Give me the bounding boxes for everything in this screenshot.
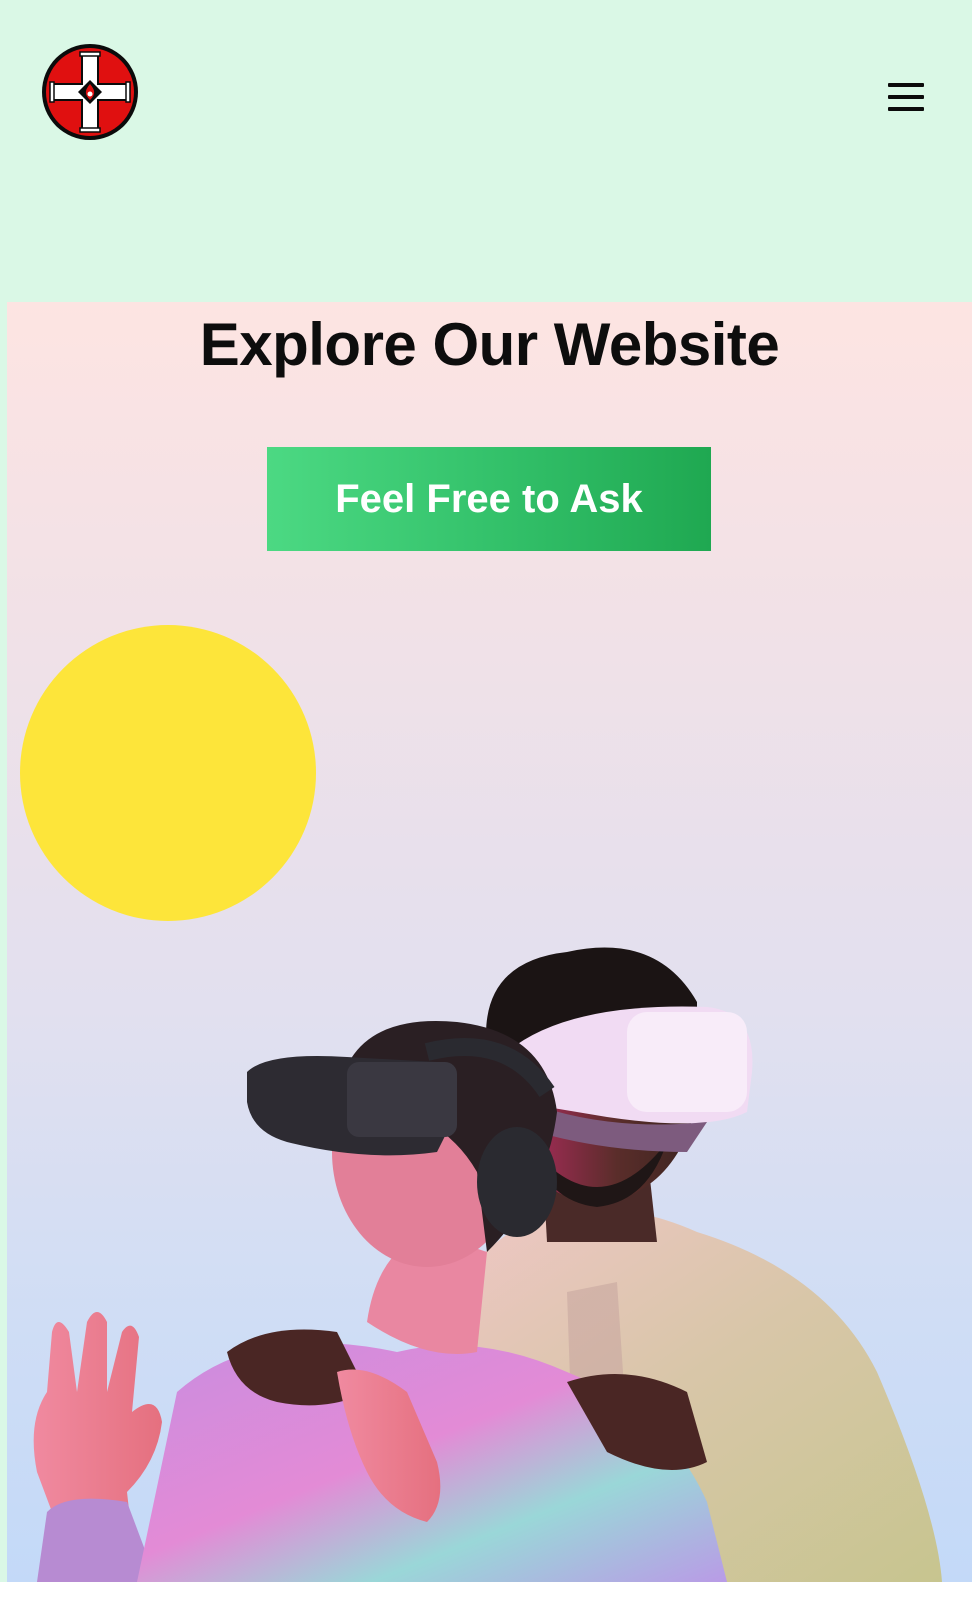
site-header: [0, 0, 972, 302]
hero-section: Explore Our Website Feel Free to Ask: [7, 302, 972, 1582]
feel-free-to-ask-button[interactable]: Feel Free to Ask: [267, 447, 711, 551]
hamburger-menu-icon-bar: [888, 107, 924, 111]
page-bottom-edge: [0, 1582, 972, 1600]
hamburger-menu-icon-bar: [888, 95, 924, 99]
hamburger-menu-icon: [888, 83, 924, 87]
page: Explore Our Website Feel Free to Ask: [0, 0, 972, 1600]
menu-button[interactable]: [882, 79, 928, 119]
hero-title: Explore Our Website: [199, 311, 780, 378]
red-cross-emblem-icon: [42, 44, 138, 140]
site-logo[interactable]: [40, 42, 140, 142]
vr-couple-photo: [33, 947, 942, 1582]
